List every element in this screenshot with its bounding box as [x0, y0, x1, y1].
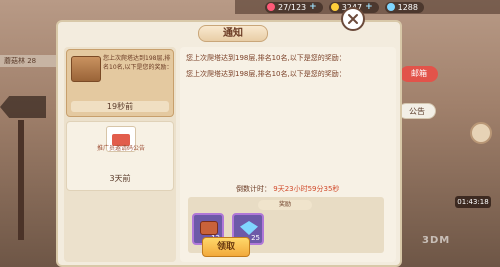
reward-count: 25 — [251, 234, 260, 242]
list-item[interactable]: 您上次爬塔达到198层,排名10名,以下是您的奖励： 19秒前 — [66, 49, 174, 117]
close-icon — [348, 14, 358, 24]
notice-time: 19秒前 — [71, 101, 169, 112]
add-hearts-icon[interactable]: + — [309, 2, 317, 12]
add-coins-icon[interactable]: + — [365, 2, 373, 12]
dialog-title: 通知 — [198, 25, 268, 42]
message-panel: 您上次爬塔达到198层,排名10名,以下是您的奖励： 您上次爬塔达到198层,排… — [180, 47, 396, 262]
notice-preview: 推广员邀请码公告 — [96, 145, 145, 152]
notification-dialog: 通知 您上次爬塔达到198层,排名10名,以下是您的奖励： 19秒前 推广员邀请… — [56, 20, 402, 267]
notice-list: 您上次爬塔达到198层,排名10名,以下是您的奖励： 19秒前 推广员邀请码公告… — [64, 47, 176, 262]
mail-button[interactable]: 邮箱 — [400, 66, 438, 82]
gems-value: 1288 — [397, 2, 418, 12]
gem-icon — [386, 3, 395, 11]
gift-box-icon — [71, 56, 101, 82]
countdown: 倒数计时： 9天23小时59分35秒 — [236, 184, 339, 194]
list-item[interactable]: 推广员邀请码公告 3天前 — [66, 121, 174, 191]
chest-icon — [200, 221, 218, 235]
coin-icon — [330, 3, 339, 11]
heart-icon — [267, 3, 275, 11]
notice-time: 3天前 — [109, 174, 131, 183]
hearts-counter[interactable]: 27/123 + — [265, 1, 323, 13]
notice-preview: 您上次爬塔达到198层,排名10名,以下是您的奖励： — [103, 55, 173, 71]
close-button[interactable] — [341, 7, 365, 31]
event-timer: 01:43:18 — [455, 196, 491, 208]
background-banner: 蘑菇林 28 — [0, 55, 62, 67]
gem-icon — [240, 221, 258, 235]
background-pole — [18, 120, 24, 240]
claim-button[interactable]: 领取 — [202, 237, 250, 257]
watermark: 3DM — [422, 235, 451, 246]
gems-counter[interactable]: 1288 — [384, 1, 424, 13]
avatar[interactable] — [470, 122, 492, 144]
notice-button[interactable]: 公告 — [398, 103, 436, 119]
countdown-label: 倒数计时： — [236, 185, 271, 193]
message-line: 您上次爬塔达到198层,排名10名,以下是您的奖励： — [186, 54, 346, 62]
hearts-value: 27/123 — [278, 2, 307, 12]
countdown-value: 9天23小时59分35秒 — [273, 185, 340, 193]
message-line: 您上次爬塔达到198层,排名10名,以下是您的奖励： — [186, 70, 346, 78]
reward-title: 奖励 — [258, 200, 312, 210]
back-arrow-icon[interactable] — [0, 96, 46, 118]
top-hud: 27/123 + 3247 + 1288 — [235, 0, 500, 14]
